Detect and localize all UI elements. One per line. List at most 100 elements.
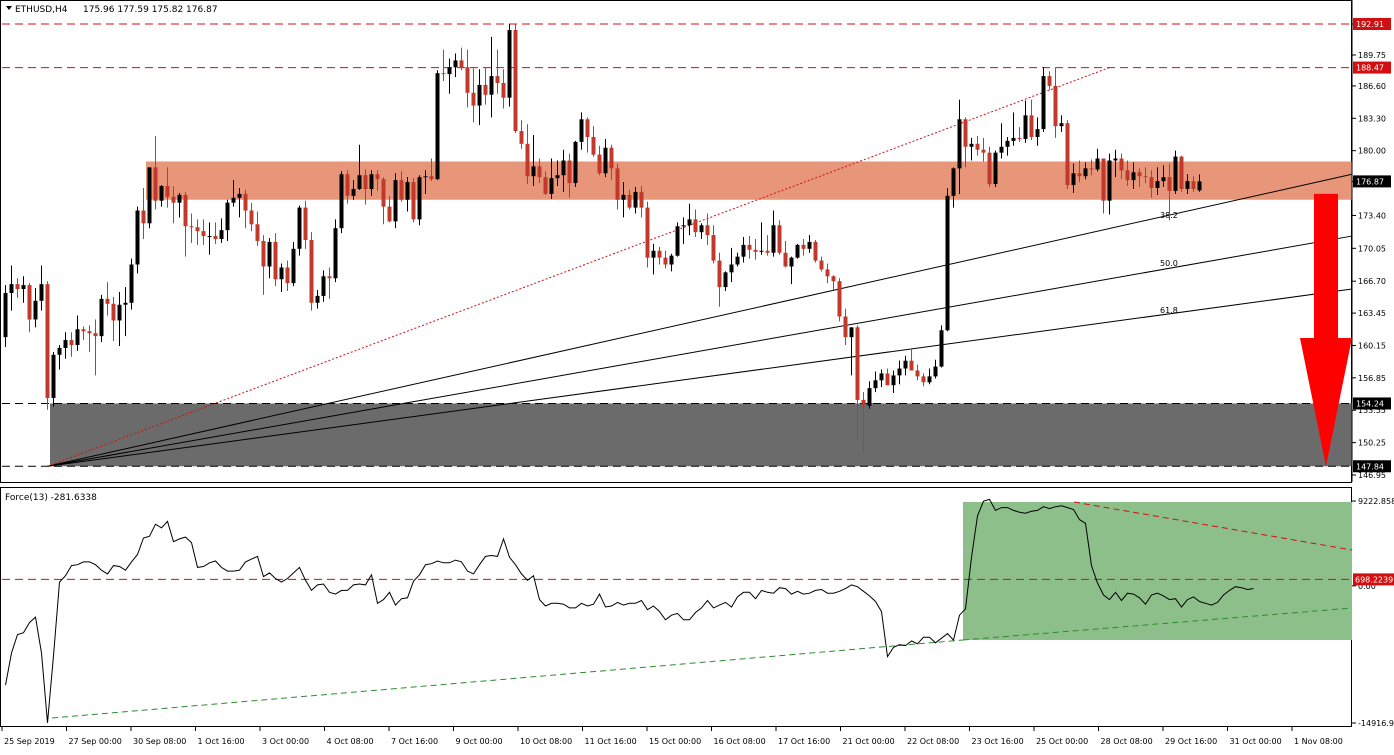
candle-body bbox=[1197, 181, 1202, 191]
candle[interactable] bbox=[411, 178, 416, 223]
candle-body bbox=[609, 147, 614, 169]
candle-body bbox=[1161, 177, 1166, 182]
time-tick-label: 11 Oct 16:00 bbox=[585, 737, 637, 746]
candle-body bbox=[117, 304, 122, 321]
candle[interactable] bbox=[333, 219, 338, 283]
candle-body bbox=[561, 160, 566, 176]
candle[interactable] bbox=[297, 205, 302, 256]
candle-body bbox=[861, 399, 866, 406]
candle[interactable] bbox=[135, 206, 140, 274]
candle[interactable] bbox=[435, 70, 440, 181]
candle-body bbox=[669, 255, 674, 265]
candle-body bbox=[345, 174, 350, 196]
candle-body bbox=[705, 225, 710, 236]
candle[interactable] bbox=[309, 232, 314, 311]
time-tick-label: 30 Sep 08:00 bbox=[133, 737, 186, 746]
candle-body bbox=[555, 175, 560, 179]
candle-body bbox=[897, 368, 902, 376]
candle-body bbox=[33, 300, 38, 320]
price-tick-label: 160.15 bbox=[1358, 341, 1386, 350]
candle-body bbox=[879, 373, 884, 381]
candle-body bbox=[243, 193, 248, 211]
candle-body bbox=[411, 182, 416, 220]
fib-level-label: 50.0 bbox=[1160, 259, 1178, 268]
candle[interactable] bbox=[513, 24, 518, 134]
candle-body bbox=[291, 248, 296, 284]
time-tick-label: 15 Oct 00:00 bbox=[649, 737, 701, 746]
candle-body bbox=[579, 119, 584, 142]
candle-body bbox=[21, 285, 26, 290]
candle-body bbox=[993, 152, 998, 185]
time-tick-label: 28 Oct 08:00 bbox=[1101, 737, 1153, 746]
candle-body bbox=[699, 225, 704, 233]
candle-body bbox=[189, 226, 194, 228]
candle-body bbox=[525, 143, 530, 177]
candle[interactable] bbox=[45, 281, 50, 410]
price-label-text: 192.91 bbox=[1356, 20, 1384, 29]
candle-body bbox=[573, 141, 578, 184]
candle[interactable] bbox=[675, 222, 680, 257]
candle-body bbox=[585, 119, 590, 137]
candle[interactable] bbox=[945, 187, 950, 332]
candle-body bbox=[1023, 115, 1028, 139]
candle-body bbox=[1125, 170, 1130, 181]
force-level-label-text: 698.2239 bbox=[1355, 575, 1393, 584]
candle[interactable] bbox=[939, 325, 944, 368]
support-zone bbox=[50, 403, 1352, 467]
price-tick-label: 189.75 bbox=[1358, 51, 1386, 60]
candle-body bbox=[603, 147, 608, 174]
candle-body bbox=[789, 257, 794, 267]
candle-body bbox=[351, 188, 356, 196]
candle[interactable] bbox=[1179, 155, 1184, 192]
candle[interactable] bbox=[813, 239, 818, 263]
time-tick-label: 31 Oct 00:00 bbox=[1230, 737, 1282, 746]
candle[interactable] bbox=[1065, 120, 1070, 189]
time-tick-label: 25 Oct 00:00 bbox=[1036, 737, 1088, 746]
candle-body bbox=[309, 239, 314, 303]
candle-body bbox=[1053, 85, 1058, 127]
candle[interactable] bbox=[987, 146, 992, 187]
candle-body bbox=[729, 264, 734, 273]
candle-body bbox=[825, 269, 830, 277]
candle[interactable] bbox=[795, 243, 800, 259]
force-tick-label: 9222.858 bbox=[1358, 497, 1394, 506]
candle-body bbox=[81, 329, 86, 332]
candle-body bbox=[57, 347, 62, 355]
time-tick-label: 21 Oct 00:00 bbox=[843, 737, 895, 746]
candle-body bbox=[45, 284, 50, 398]
candle[interactable] bbox=[1173, 150, 1178, 194]
candle-body bbox=[747, 244, 752, 250]
candle[interactable] bbox=[417, 175, 422, 226]
candle-body bbox=[1179, 156, 1184, 189]
candle-body bbox=[969, 143, 974, 147]
candle-body bbox=[279, 267, 284, 280]
candle-body bbox=[321, 276, 326, 296]
candle[interactable] bbox=[573, 140, 578, 187]
time-tick-label: 9 Oct 00:00 bbox=[456, 737, 503, 746]
candle-body bbox=[933, 366, 938, 377]
candle-body bbox=[903, 360, 908, 369]
candle-body bbox=[1077, 173, 1082, 177]
candle[interactable] bbox=[393, 173, 398, 229]
candle[interactable] bbox=[1041, 67, 1046, 133]
candle[interactable] bbox=[645, 201, 650, 268]
candle-body bbox=[645, 207, 650, 258]
candle[interactable] bbox=[837, 278, 842, 322]
candle-body bbox=[681, 225, 686, 227]
price-tick-label: 180.00 bbox=[1358, 147, 1386, 156]
candle-body bbox=[1041, 76, 1046, 130]
candle-body bbox=[885, 373, 890, 386]
candle[interactable] bbox=[99, 294, 104, 343]
candle-body bbox=[849, 327, 854, 338]
candle-body bbox=[273, 241, 278, 280]
candle[interactable] bbox=[507, 24, 512, 107]
candle[interactable] bbox=[777, 220, 782, 255]
candle[interactable] bbox=[147, 167, 152, 229]
candle-body bbox=[537, 166, 542, 178]
candle[interactable] bbox=[339, 171, 344, 234]
candle-body bbox=[303, 207, 308, 240]
candle[interactable] bbox=[129, 258, 134, 310]
candle-body bbox=[759, 250, 764, 252]
candle[interactable] bbox=[993, 150, 998, 187]
candle-body bbox=[1113, 158, 1118, 161]
